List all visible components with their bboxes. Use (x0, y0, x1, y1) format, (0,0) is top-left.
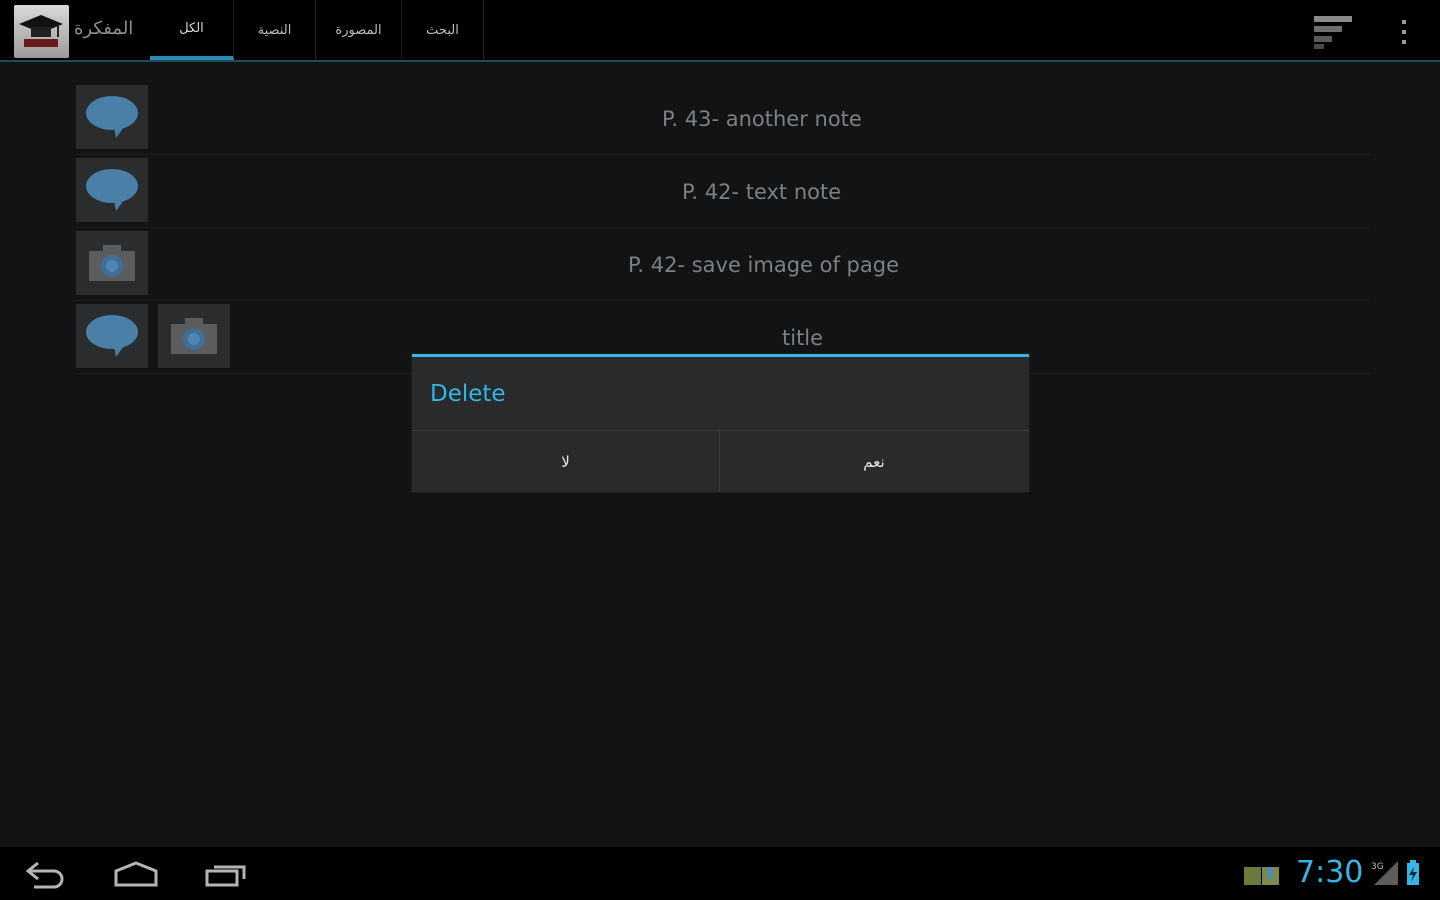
tab-label: الكل (179, 20, 204, 36)
home-icon[interactable] (112, 859, 160, 889)
battery-charging-icon (1407, 860, 1419, 885)
speech-bubble-icon (76, 304, 148, 368)
confirm-button-label: نعم (863, 452, 885, 471)
dialog-title: Delete (430, 381, 506, 407)
list-item[interactable]: P. 43- another note (76, 82, 1370, 155)
cancel-button[interactable]: لا (412, 431, 720, 492)
note-title: P. 42- save image of page (628, 252, 900, 277)
list-item[interactable]: P. 42- text note (76, 155, 1370, 228)
list-item[interactable]: P. 42- save image of page (76, 228, 1370, 301)
network-label: 3G (1371, 862, 1384, 872)
speech-bubble-icon (76, 158, 148, 222)
signal-icon: 3G (1371, 861, 1398, 885)
app-logo[interactable] (14, 5, 69, 58)
speech-bubble-icon (76, 85, 148, 149)
overflow-menu-icon[interactable] (1396, 18, 1412, 46)
back-icon[interactable] (24, 859, 68, 889)
tab-search[interactable]: البحث (402, 0, 484, 60)
system-nav-bar: 3G (0, 847, 1440, 900)
tab-label: البحث (426, 22, 459, 38)
tab-label: المصورة (335, 22, 382, 38)
status-clock: 7:30 (1296, 855, 1364, 890)
confirm-button[interactable]: نعم (720, 431, 1028, 492)
app-title: المفكرة (74, 18, 134, 39)
camera-icon (158, 304, 230, 368)
tab-text[interactable]: النصية (234, 0, 316, 60)
note-title: P. 42- text note (682, 179, 842, 204)
action-bar: المفكرة الكل النصية المصورة البحث (0, 0, 1440, 62)
sort-icon[interactable] (1312, 14, 1354, 50)
cancel-button-label: لا (561, 452, 570, 471)
tab-label: النصية (257, 22, 292, 38)
tab-all[interactable]: الكل (150, 0, 234, 60)
delete-dialog: Delete لا نعم (412, 354, 1029, 492)
notification-book-icon[interactable] (1244, 865, 1280, 887)
tab-images[interactable]: المصورة (316, 0, 402, 60)
graduation-cap-icon (19, 15, 63, 47)
note-title: P. 43- another note (662, 106, 862, 131)
recent-apps-icon[interactable] (204, 859, 250, 889)
camera-icon (76, 231, 148, 295)
